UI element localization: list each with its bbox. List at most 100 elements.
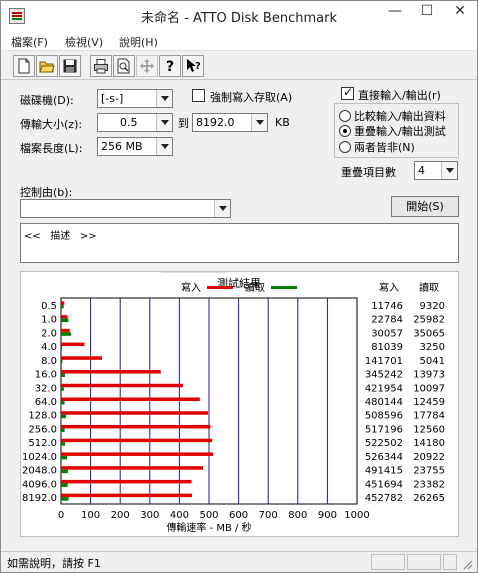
y-tick-label: 0.5: [41, 301, 57, 312]
maximize-button[interactable]: ☐: [413, 1, 441, 23]
transfer-to-select[interactable]: 8192.0: [192, 113, 268, 132]
transfer-from-value: 0.5: [120, 116, 138, 129]
chevron-down-icon[interactable]: [251, 114, 267, 131]
chevron-down-icon[interactable]: [156, 90, 172, 107]
force-write-label: 強制寫入存取(A): [210, 91, 293, 104]
status-text: 如需說明，請按 F1: [7, 557, 101, 570]
print-preview-icon[interactable]: [113, 55, 135, 77]
file-length-select[interactable]: 256 MB: [97, 137, 173, 156]
write-bar: [61, 411, 209, 415]
menu-view[interactable]: 檢視(V): [65, 34, 103, 50]
read-bar: [61, 373, 66, 378]
x-tick-label: 400: [170, 510, 189, 521]
to-label: 到: [178, 117, 189, 130]
transfer-from-select[interactable]: 0.5: [97, 113, 173, 132]
write-value: 141701: [365, 356, 403, 367]
y-tick-label: 128.0: [28, 411, 57, 422]
new-icon[interactable]: [13, 55, 35, 77]
move-icon[interactable]: [136, 55, 158, 77]
read-value: 20922: [413, 452, 445, 463]
menu-help[interactable]: 說明(H): [119, 34, 158, 50]
app-window: 未命名 - ATTO Disk Benchmark — ☐ ✕ 檔案(F) 檢視…: [0, 0, 478, 573]
chevron-down-icon[interactable]: [441, 162, 457, 179]
write-bar: [61, 301, 65, 305]
queue-depth-label: 重疊項目數: [341, 166, 396, 179]
status-bar: 如需說明，請按 F1: [1, 551, 477, 572]
write-bar: [61, 424, 211, 429]
radio-compare[interactable]: [339, 110, 351, 122]
save-icon[interactable]: [59, 55, 81, 77]
read-bar: [61, 414, 67, 419]
y-tick-label: 256.0: [28, 424, 57, 435]
read-bar: [61, 359, 63, 364]
write-value: 526344: [365, 452, 403, 463]
minimize-button[interactable]: —: [381, 1, 409, 23]
radio-neither[interactable]: [339, 141, 351, 153]
read-bar: [61, 387, 64, 391]
read-value: 26265: [413, 493, 445, 504]
read-bar: [61, 332, 72, 336]
y-tick-label: 4096.0: [22, 479, 57, 490]
legend-read-label: 讀取: [245, 281, 265, 294]
write-value: 480144: [365, 397, 403, 408]
write-value: 421954: [365, 383, 403, 394]
close-button[interactable]: ✕: [445, 1, 475, 23]
help-icon[interactable]: ?: [159, 55, 181, 77]
read-value: 23382: [413, 479, 445, 490]
x-tick-label: 900: [318, 510, 337, 521]
read-value: 3250: [420, 342, 445, 353]
menu-bar: 檔案(F) 檢視(V) 說明(H): [1, 31, 477, 51]
menu-file[interactable]: 檔案(F): [11, 34, 48, 50]
chevron-down-icon[interactable]: [214, 200, 230, 217]
write-bar: [61, 466, 204, 470]
write-value: 508596: [365, 411, 403, 422]
write-bar: [61, 356, 102, 360]
open-icon[interactable]: [36, 55, 58, 77]
force-write-checkbox[interactable]: [192, 89, 205, 102]
controlled-by-label: 控制由(b):: [20, 186, 73, 199]
direct-io-checkbox[interactable]: [341, 85, 354, 100]
description-textarea[interactable]: << 描述 >>: [20, 223, 459, 263]
write-value: 81039: [371, 342, 403, 353]
start-button[interactable]: 開始(S): [391, 196, 459, 217]
legend-read-swatch: [271, 286, 297, 289]
read-value: 5041: [420, 356, 445, 367]
y-tick-label: 2.0: [41, 328, 57, 339]
drive-label: 磁碟機(D):: [20, 94, 74, 107]
read-bar: [61, 346, 62, 350]
y-tick-label: 64.0: [35, 397, 57, 408]
title-bar: 未命名 - ATTO Disk Benchmark — ☐ ✕: [1, 1, 477, 31]
legend-write-label: 寫入: [181, 281, 201, 294]
resize-grip-icon[interactable]: [461, 558, 473, 570]
y-tick-label: 8.0: [41, 356, 57, 367]
write-value: 491415: [365, 466, 403, 477]
col-write-header: 寫入: [379, 281, 399, 294]
read-bar: [61, 469, 68, 474]
legend-write-swatch: [207, 286, 233, 289]
write-bar: [61, 397, 200, 401]
read-value: 14180: [413, 438, 445, 449]
read-value: 13973: [413, 370, 445, 381]
write-bar: [61, 315, 68, 319]
read-value: 10097: [413, 383, 445, 394]
context-help-icon[interactable]: ?: [182, 55, 204, 77]
controlled-by-select[interactable]: [20, 199, 231, 218]
chevron-down-icon[interactable]: [156, 114, 172, 131]
print-icon[interactable]: [90, 55, 112, 77]
description-text: << 描述 >>: [24, 231, 97, 242]
write-bar: [61, 342, 85, 347]
x-tick-label: 600: [229, 510, 248, 521]
y-tick-label: 1.0: [41, 315, 57, 326]
y-tick-label: 4.0: [41, 342, 57, 353]
read-bar: [61, 304, 64, 309]
write-bar: [61, 493, 192, 498]
write-bar: [61, 383, 183, 388]
read-value: 12459: [413, 397, 445, 408]
chevron-down-icon[interactable]: [156, 138, 172, 155]
drive-select[interactable]: [-s-]: [97, 89, 173, 108]
read-bar: [61, 428, 65, 432]
read-bar: [61, 442, 66, 446]
radio-overlap[interactable]: [339, 125, 351, 137]
status-panel-1: [371, 554, 405, 570]
queue-depth-select[interactable]: 4: [414, 161, 458, 180]
